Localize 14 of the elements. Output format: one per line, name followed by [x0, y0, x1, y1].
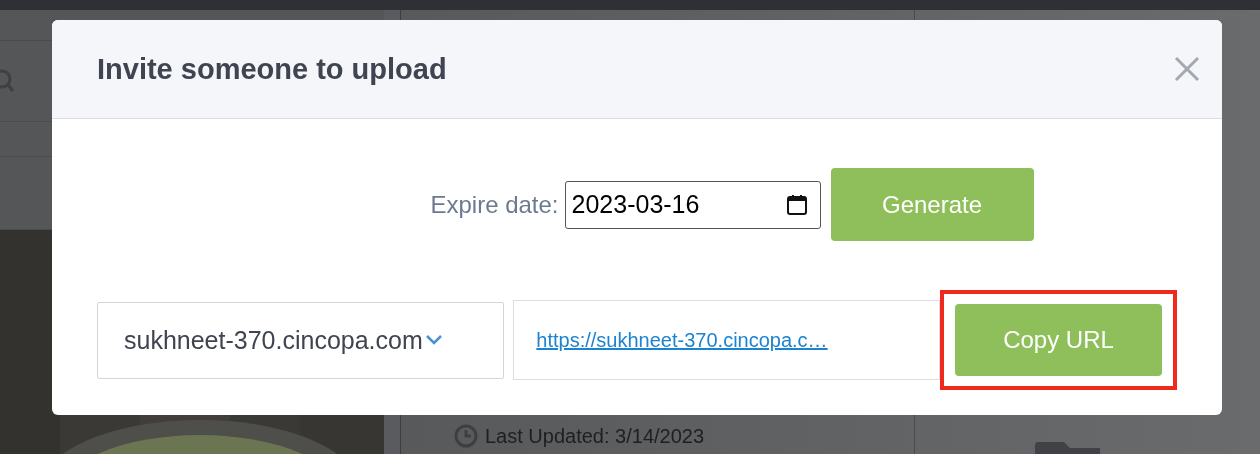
calendar-icon[interactable]: [785, 193, 808, 216]
dialog-title: Invite someone to upload: [97, 52, 447, 86]
close-icon[interactable]: [1174, 56, 1200, 82]
url-field[interactable]: https://sukhneet-370.cincopa.c…: [513, 300, 940, 380]
chevron-down-icon[interactable]: [424, 334, 443, 346]
folder-icon[interactable]: [1033, 441, 1103, 454]
clock-icon: [453, 423, 479, 449]
last-updated-text: Last Updated: 3/14/2023: [485, 424, 705, 448]
domain-select[interactable]: sukhneet-370.cincopa.com: [97, 301, 505, 379]
expire-date-label: Expire date:: [430, 190, 559, 219]
copy-url-button[interactable]: Copy URL: [955, 304, 1162, 376]
generate-button[interactable]: Generate: [830, 168, 1034, 241]
upload-url-link[interactable]: https://sukhneet-370.cincopa.c…: [536, 328, 828, 352]
date-field[interactable]: 2023-03-16: [564, 180, 821, 229]
